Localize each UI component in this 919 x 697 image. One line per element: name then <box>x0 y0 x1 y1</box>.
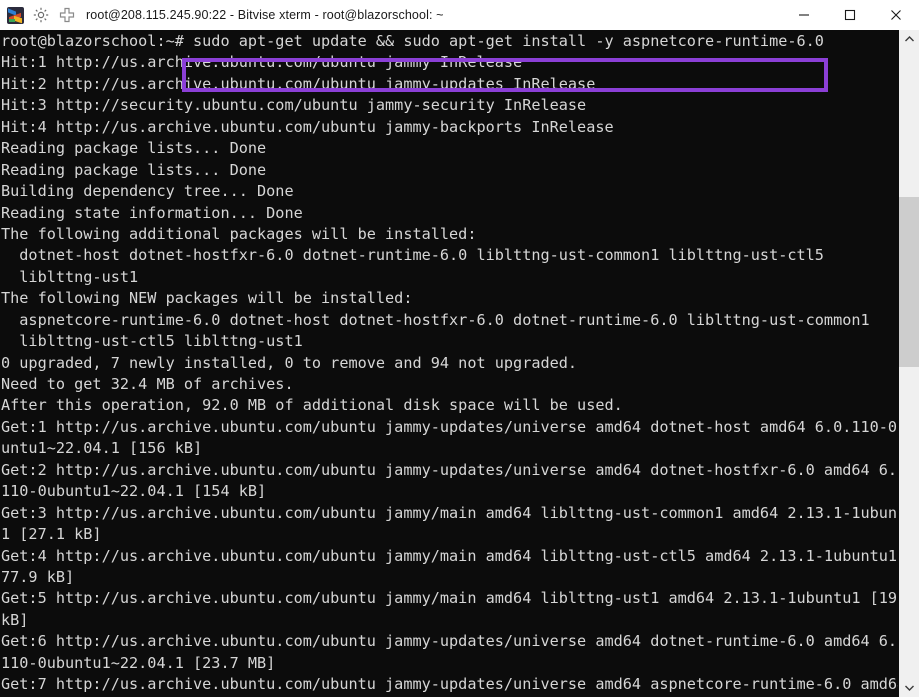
bitvise-app-icon[interactable] <box>7 6 24 24</box>
terminal-line: Hit:1 http://us.archive.ubuntu.com/ubunt… <box>1 53 523 72</box>
close-button[interactable] <box>873 0 919 30</box>
terminal-line: liblttng-ust1 <box>1 267 139 286</box>
terminal-line: Reading package lists... Done <box>1 160 267 179</box>
terminal-line: After this operation, 92.0 MB of additio… <box>1 396 623 415</box>
scroll-down-arrow-icon[interactable] <box>899 678 919 697</box>
terminal-line: 77.9 kB] <box>1 567 75 586</box>
terminal-line: Need to get 32.4 MB of archives. <box>1 375 294 393</box>
terminal-line: root@blazorschool:~# sudo apt-get update… <box>1 32 824 50</box>
terminal-line: 110-0ubuntu1~22.04.1 [23.7 MB] <box>1 653 276 672</box>
terminal-line: Get:5 http://us.archive.ubuntu.com/ubunt… <box>1 589 898 608</box>
terminal-line: dotnet-host dotnet-hostfxr-6.0 dotnet-ru… <box>1 246 824 265</box>
terminal-line: aspnetcore-runtime-6.0 dotnet-host dotne… <box>1 310 870 329</box>
terminal-line: Get:3 http://us.archive.ubuntu.com/ubunt… <box>1 503 898 522</box>
terminal-line: 110-0ubuntu1~22.04.1 [154 kB] <box>1 482 267 501</box>
title-bar: root@208.115.245.90:22 - Bitvise xterm -… <box>0 0 919 30</box>
terminal-line: The following NEW packages will be insta… <box>1 289 413 308</box>
terminal-line: Get:1 http://us.archive.ubuntu.com/ubunt… <box>1 417 898 436</box>
terminal-line: liblttng-ust-ctl5 liblttng-ust1 <box>1 332 303 351</box>
terminal-line: Reading state information... Done <box>1 203 303 222</box>
title-bar-icon-group <box>0 6 76 24</box>
window-title: root@208.115.245.90:22 - Bitvise xterm -… <box>86 8 444 22</box>
terminal-line: Get:7 http://us.archive.ubuntu.com/ubunt… <box>1 675 898 694</box>
terminal-line: Building dependency tree... Done <box>1 182 294 201</box>
terminal-line: Reading package lists... Done <box>1 139 267 158</box>
gear-icon[interactable] <box>32 6 50 24</box>
terminal-line: 1 [27.1 kB] <box>1 525 102 544</box>
terminal-line: Get:2 http://us.archive.ubuntu.com/ubunt… <box>1 460 898 479</box>
minimize-button[interactable] <box>781 0 827 30</box>
terminal-line: 0 upgraded, 7 newly installed, 0 to remo… <box>1 353 578 372</box>
maximize-button[interactable] <box>827 0 873 30</box>
terminal-body: root@blazorschool:~# sudo apt-get update… <box>0 30 919 697</box>
terminal-line: kB] <box>1 610 29 629</box>
terminal-line: The following additional packages will b… <box>1 224 477 243</box>
terminal-line: Get:6 http://us.archive.ubuntu.com/ubunt… <box>1 632 898 651</box>
terminal-scrollbar[interactable] <box>898 30 919 697</box>
terminal-line: untu1~22.04.1 [156 kB] <box>1 439 203 458</box>
scrollbar-thumb[interactable] <box>899 197 919 367</box>
terminal-line: Hit:2 http://us.archive.ubuntu.com/ubunt… <box>1 74 596 93</box>
terminal-screen[interactable]: root@blazorschool:~# sudo apt-get update… <box>0 30 898 697</box>
terminal-line: Hit:4 http://us.archive.ubuntu.com/ubunt… <box>1 117 614 136</box>
terminal-output: root@blazorschool:~# sudo apt-get update… <box>1 31 898 697</box>
scroll-up-arrow-icon[interactable] <box>899 30 919 49</box>
terminal-line: Get:4 http://us.archive.ubuntu.com/ubunt… <box>1 546 898 565</box>
scrollbar-track[interactable] <box>899 49 919 678</box>
terminal-line: Hit:3 http://security.ubuntu.com/ubuntu … <box>1 96 587 115</box>
plus-icon[interactable] <box>58 6 76 24</box>
window-controls <box>781 0 919 30</box>
terminal-window: root@208.115.245.90:22 - Bitvise xterm -… <box>0 0 919 697</box>
